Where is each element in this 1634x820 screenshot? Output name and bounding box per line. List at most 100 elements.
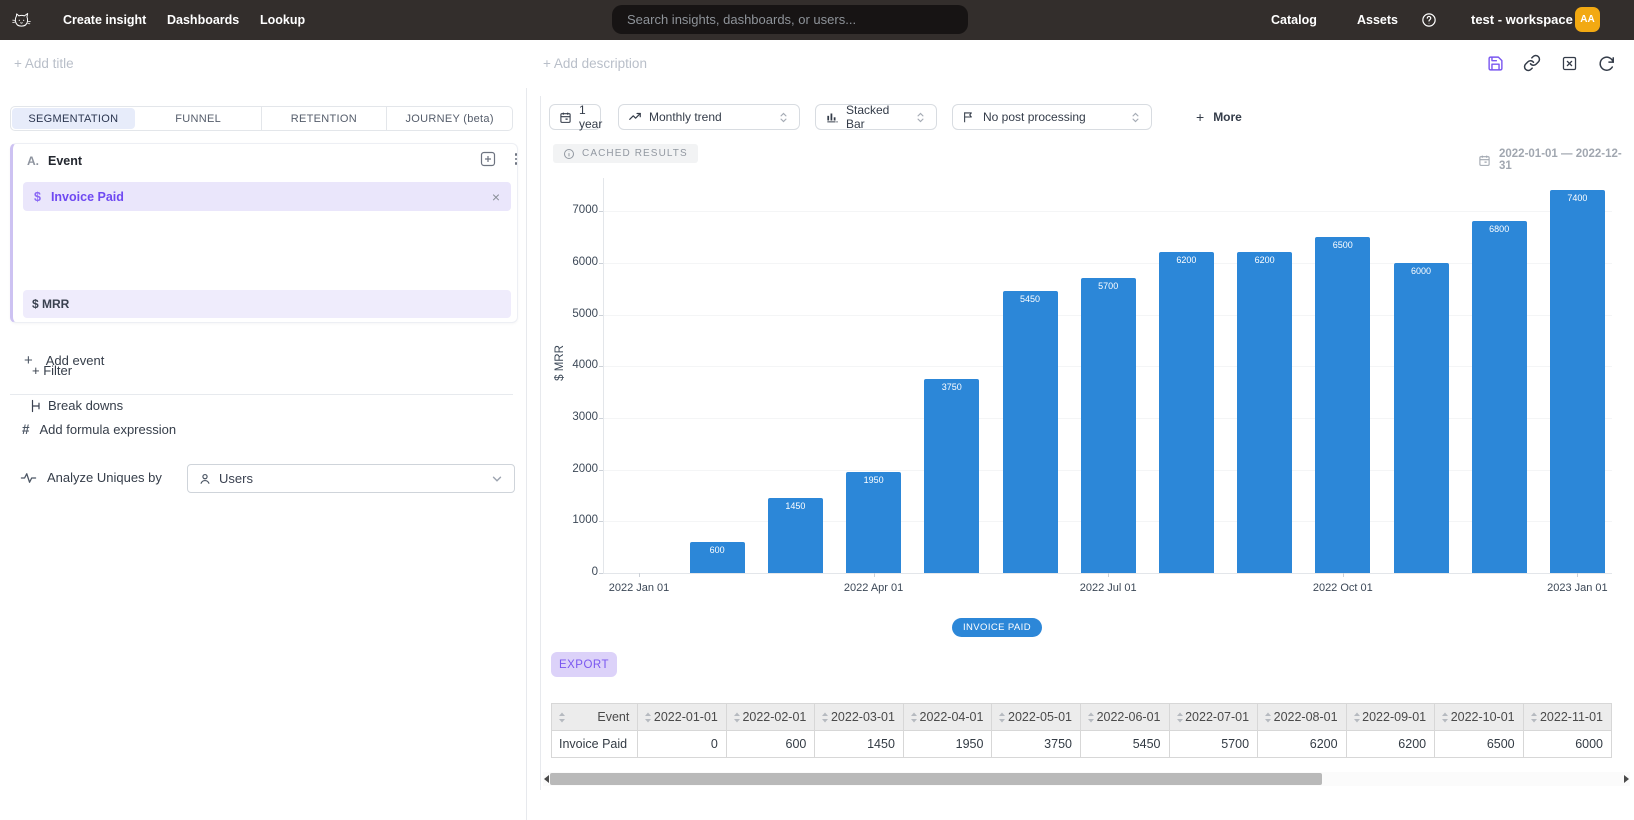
column-header[interactable]: 2022-01-01	[638, 704, 727, 731]
x-tick-label: 2022 Oct 01	[1288, 582, 1398, 594]
sort-icon	[1264, 712, 1272, 723]
bar[interactable]: 5450	[1003, 291, 1058, 573]
nav-item-lookup[interactable]: Lookup	[260, 0, 305, 40]
scroll-right-arrow[interactable]	[1624, 775, 1629, 783]
gridline	[603, 263, 1612, 264]
add-title-field[interactable]: + Add title	[14, 56, 74, 71]
bar-value-label: 6500	[1315, 240, 1370, 250]
more-dots-icon[interactable]	[509, 151, 523, 167]
bar[interactable]: 6800	[1472, 221, 1527, 573]
tab-journey[interactable]: JOURNEY (beta)	[386, 107, 512, 130]
post-processing-label: No post processing	[983, 110, 1086, 124]
column-header[interactable]: 2022-04-01	[903, 704, 992, 731]
sort-icon	[644, 712, 652, 723]
bar[interactable]: 3750	[924, 379, 979, 573]
bar[interactable]: 1950	[846, 472, 901, 573]
more-label: More	[1213, 110, 1242, 124]
top-nav: Create insight Dashboards Lookup Catalog…	[0, 0, 1634, 40]
panel-section-divider	[10, 394, 513, 395]
x-tick-label: 2023 Jan 01	[1522, 582, 1632, 594]
date-window-button[interactable]: 1 year	[549, 104, 601, 130]
nav-item-create-insight[interactable]: Create insight	[63, 0, 146, 40]
nav-item-dashboards[interactable]: Dashboards	[167, 0, 239, 40]
sort-icon	[1530, 712, 1538, 723]
horizontal-scrollbar[interactable]	[543, 772, 1630, 786]
table-cell: 1950	[903, 731, 992, 758]
column-header[interactable]: 2022-05-01	[992, 704, 1081, 731]
trend-label: Monthly trend	[649, 110, 722, 124]
help-icon[interactable]	[1421, 12, 1437, 28]
bar[interactable]: 6500	[1315, 237, 1370, 573]
add-description-field[interactable]: + Add description	[543, 56, 647, 71]
table-cell: 1450	[815, 731, 904, 758]
results-table: Event2022-01-012022-02-012022-03-012022-…	[551, 703, 1612, 758]
bar[interactable]: 5700	[1081, 278, 1136, 573]
close-icon[interactable]: ×	[492, 190, 500, 204]
tab-funnel[interactable]: FUNNEL	[137, 108, 260, 129]
refresh-icon[interactable]	[1597, 54, 1615, 72]
scroll-left-arrow[interactable]	[544, 775, 549, 783]
export-button[interactable]: EXPORT	[551, 652, 617, 677]
plus-box-icon[interactable]	[480, 151, 496, 167]
breakdown-icon	[31, 399, 42, 413]
tab-retention[interactable]: RETENTION	[261, 107, 387, 130]
table-cell: 5700	[1169, 731, 1258, 758]
scrollbar-thumb[interactable]	[550, 773, 1322, 785]
column-header[interactable]: 2022-09-01	[1346, 704, 1435, 731]
x-tick-mark	[1577, 573, 1578, 577]
trend-select[interactable]: Monthly trend	[618, 104, 800, 130]
add-formula-button[interactable]: # Add formula expression	[22, 422, 176, 437]
column-header[interactable]: 2022-11-01	[1523, 704, 1611, 731]
y-tick-label: 5000	[553, 308, 598, 320]
search-input[interactable]	[612, 5, 968, 34]
bar[interactable]: 1450	[768, 498, 823, 573]
table-cell: 6500	[1435, 731, 1524, 758]
bar[interactable]: 6000	[1394, 263, 1449, 573]
x-tick-mark	[1108, 573, 1109, 577]
sort-icon	[1176, 712, 1184, 723]
bar-value-label: 1950	[846, 475, 901, 485]
avatar[interactable]: AA	[1575, 7, 1600, 32]
tab-segmentation[interactable]: SEGMENTATION	[12, 108, 135, 129]
nav-item-assets[interactable]: Assets	[1357, 0, 1398, 40]
row-label: Invoice Paid	[552, 731, 638, 758]
column-header[interactable]: 2022-06-01	[1080, 704, 1169, 731]
bar-value-label: 6800	[1472, 224, 1527, 234]
bar[interactable]: 600	[690, 542, 745, 573]
sort-icon	[1353, 712, 1361, 723]
close-panel-icon[interactable]	[1560, 54, 1578, 72]
post-processing-select[interactable]: No post processing	[952, 104, 1152, 130]
link-icon[interactable]	[1523, 54, 1541, 72]
column-header[interactable]: 2022-08-01	[1258, 704, 1347, 731]
column-header[interactable]: 2022-10-01	[1435, 704, 1524, 731]
save-icon[interactable]	[1486, 54, 1504, 72]
sort-icon	[558, 712, 566, 723]
breakdowns-button[interactable]: Break downs	[31, 398, 123, 413]
column-header[interactable]: 2022-07-01	[1169, 704, 1258, 731]
nav-item-catalog[interactable]: Catalog	[1271, 0, 1317, 40]
column-header[interactable]: 2022-03-01	[815, 704, 904, 731]
y-tick-label: 2000	[553, 463, 598, 475]
table-cell: 3750	[992, 731, 1081, 758]
x-tick-mark	[874, 573, 875, 577]
more-button[interactable]: + More	[1196, 104, 1242, 130]
activity-icon	[20, 471, 37, 485]
cat-logo-icon[interactable]	[11, 10, 32, 30]
add-event-button[interactable]: + Add event	[24, 352, 104, 369]
bar[interactable]: 7400	[1550, 190, 1605, 573]
legend-item[interactable]: INVOICE PAID	[952, 618, 1042, 637]
bar[interactable]: 6200	[1159, 252, 1214, 573]
bar[interactable]: 6200	[1237, 252, 1292, 573]
breakdown-value-row[interactable]: $ MRR	[23, 290, 511, 318]
selected-event-row[interactable]: $ Invoice Paid ×	[23, 182, 511, 211]
plus-icon: +	[24, 352, 33, 369]
workspace-label[interactable]: test - workspace	[1471, 0, 1573, 40]
column-header[interactable]: Event	[552, 704, 638, 731]
analyze-uniques-select[interactable]: Users	[187, 464, 515, 493]
sort-icon	[1441, 712, 1449, 723]
x-tick-mark	[1343, 573, 1344, 577]
bar-value-label: 5450	[1003, 294, 1058, 304]
chart-type-select[interactable]: Stacked Bar	[815, 104, 937, 130]
sort-icon	[733, 712, 741, 723]
column-header[interactable]: 2022-02-01	[726, 704, 815, 731]
